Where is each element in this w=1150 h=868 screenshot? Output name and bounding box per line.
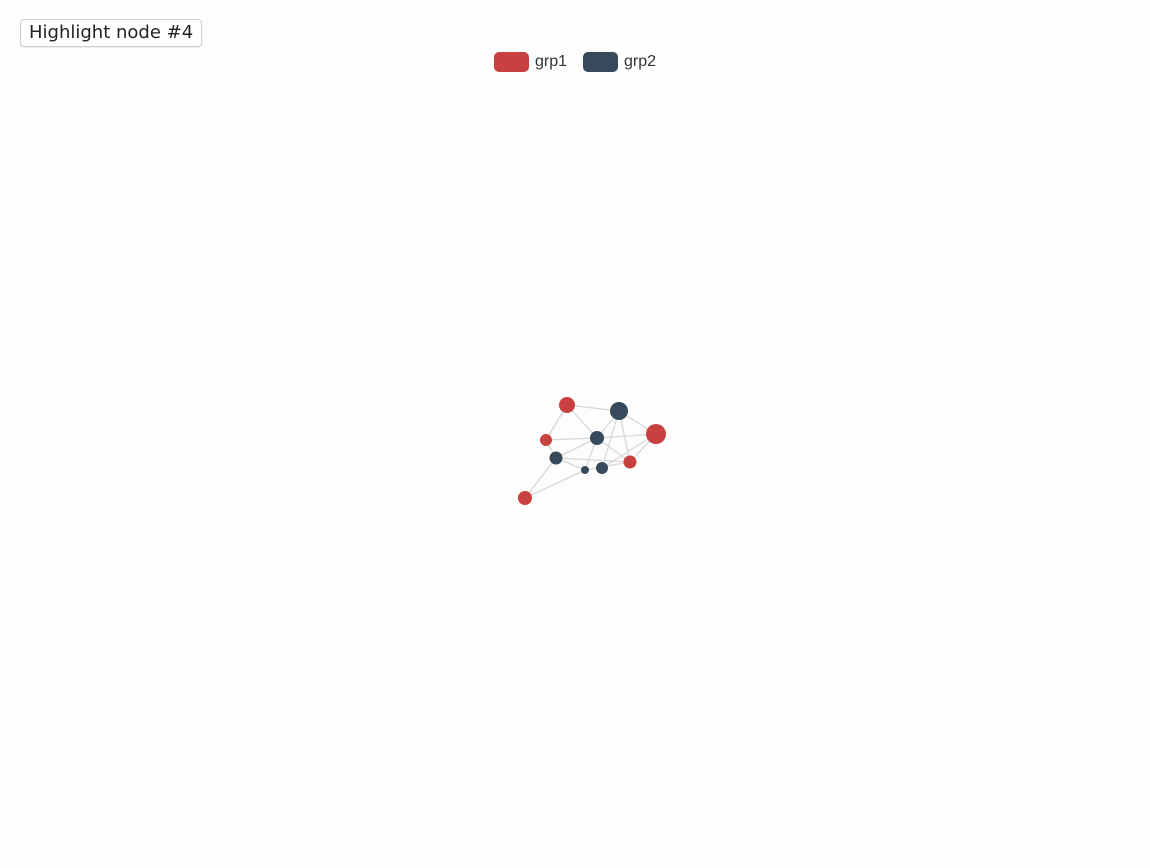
graph-node-6[interactable] (623, 455, 637, 469)
graph-edge (524, 469, 586, 499)
graph-edge (545, 437, 598, 441)
graph-node-1[interactable] (610, 402, 628, 420)
graph-node-0[interactable] (559, 397, 575, 413)
graph-node-5[interactable] (549, 451, 563, 465)
graph-edges (524, 404, 657, 499)
graph-node-9[interactable] (518, 491, 532, 505)
graph-node-3[interactable] (540, 434, 552, 446)
graph-node-8[interactable] (581, 466, 589, 474)
graph-node-7[interactable] (596, 462, 608, 474)
graph-edge (555, 457, 631, 463)
graph-node-4[interactable] (590, 431, 604, 445)
network-graph[interactable] (0, 0, 1150, 868)
graph-edge (524, 457, 557, 499)
graph-node-2[interactable] (646, 424, 666, 444)
